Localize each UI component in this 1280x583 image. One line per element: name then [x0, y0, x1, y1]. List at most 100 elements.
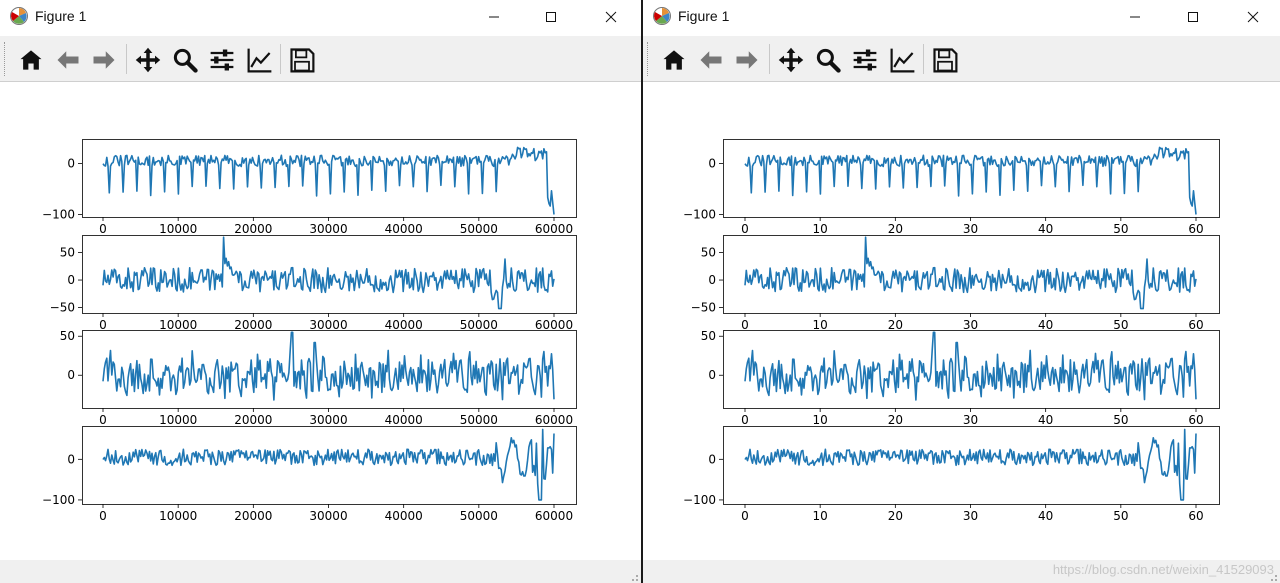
x-tick-label: 0 [99, 413, 107, 427]
signal-line [102, 236, 555, 310]
subplot-1[interactable]: 0 10000 20000 30000 40000 50000 60000 0 −100 [42, 139, 577, 237]
forward-button[interactable] [87, 43, 121, 77]
maximize-button[interactable] [531, 0, 571, 33]
y-tick-label: 50 [60, 329, 75, 343]
back-button[interactable] [694, 43, 728, 77]
toolbar-separator [280, 44, 281, 74]
x-tick-label: 0 [99, 509, 107, 523]
x-tick-label: 40 [1038, 413, 1053, 427]
navigation-toolbar [0, 36, 641, 82]
back-button[interactable] [51, 43, 85, 77]
watermark: https://blog.csdn.net/weixin_41529093 [1052, 562, 1274, 577]
x-tick-label: 20 [888, 509, 903, 523]
figure-plot: 0 10000 20000 30000 40000 50000 600000−1000 100… [42, 139, 577, 524]
x-tick-label: 50000 [460, 222, 498, 236]
x-tick-label: 30000 [309, 413, 347, 427]
subplot-3[interactable]: 0 10 20 30 40 50 60 50 0 [701, 329, 1220, 427]
back-icon [700, 51, 722, 69]
resize-grip[interactable] [628, 570, 638, 581]
home-button[interactable] [14, 43, 48, 77]
close-button[interactable] [1233, 0, 1273, 33]
x-tick-label: 50000 [460, 318, 498, 332]
home-button[interactable] [657, 43, 691, 77]
y-tick-label: 50 [701, 246, 716, 260]
configure-subplots-button[interactable] [205, 43, 239, 77]
x-tick-label: 10 [813, 222, 828, 236]
forward-icon [93, 51, 115, 69]
x-tick-label: 50 [1113, 318, 1128, 332]
axes-frame [723, 426, 1220, 505]
x-tick-label: 0 [99, 222, 107, 236]
toolbar-grip[interactable] [647, 42, 650, 76]
pan-button[interactable] [774, 43, 808, 77]
x-tick-label: 60000 [535, 318, 573, 332]
matplotlib-app-icon [652, 6, 672, 26]
x-tick-label: 60 [1188, 222, 1203, 236]
x-tick-label: 60000 [535, 413, 573, 427]
configure-subplots-icon [853, 49, 877, 71]
subplot-4[interactable]: 0 10000 20000 30000 40000 50000 60000 0 −100 [42, 426, 577, 524]
toolbar-grip[interactable] [4, 42, 7, 76]
save-button[interactable] [928, 43, 962, 77]
y-tick-label: 0 [708, 368, 716, 382]
save-button[interactable] [285, 43, 319, 77]
edit-axis-icon [247, 48, 272, 73]
y-tick-label: −100 [42, 493, 75, 507]
figure-plot: 0 10 20 30 40 50 60 0 −100 0 10 20 30 40 50 60 50 0 −50 0 10… [683, 139, 1220, 524]
configure-subplots-button[interactable] [848, 43, 882, 77]
x-tick-label: 50000 [460, 413, 498, 427]
forward-button[interactable] [730, 43, 764, 77]
subplot-2[interactable]: 0 10 20 30 40 50 60 50 0 −50 [691, 235, 1220, 333]
edit-axis-icon [890, 48, 915, 73]
subplot-3[interactable]: 0 10000 20000 30000 40000 50000 60000 50 0 [60, 329, 577, 427]
zoom-button[interactable] [168, 43, 202, 77]
x-tick-label: 60 [1188, 509, 1203, 523]
figure-canvas[interactable]: 0 10000 20000 30000 40000 50000 60000 0 −100 0 100… [0, 83, 641, 560]
subplot-1[interactable]: 0 10 20 30 40 50 60 0 −100 [683, 139, 1220, 237]
y-tick-label: 0 [67, 368, 75, 382]
figure-canvas[interactable]: 0 10 20 30 40 50 60 0 −100 0 10 20 30 40 50 60 50 0 −50 0 10… [643, 83, 1280, 560]
x-tick-label: 20 [888, 318, 903, 332]
x-tick-label: 40000 [385, 413, 423, 427]
minimize-button[interactable] [474, 0, 514, 33]
x-tick-label: 40000 [385, 222, 423, 236]
x-tick-label: 20000 [234, 222, 272, 236]
zoom-icon [816, 48, 841, 73]
y-tick-label: 0 [708, 156, 716, 170]
x-tick-label: 30000 [309, 222, 347, 236]
x-tick-label: 40 [1038, 222, 1053, 236]
x-tick-label: 60000 [535, 509, 573, 523]
matplotlib-app-icon [9, 6, 29, 26]
subplot-4[interactable]: 0 10 20 30 40 50 60 0 −100 [683, 426, 1220, 524]
x-tick-label: 50 [1113, 413, 1128, 427]
save-icon [290, 48, 315, 73]
minimize-button[interactable] [1115, 0, 1155, 33]
edit-axis-button[interactable] [243, 43, 277, 77]
x-tick-label: 60 [1188, 413, 1203, 427]
title-bar[interactable]: Figure 1 [643, 0, 1280, 33]
x-tick-label: 30000 [309, 509, 347, 523]
axes-frame [723, 235, 1220, 314]
resize-grip[interactable] [1267, 570, 1277, 581]
edit-axis-button[interactable] [886, 43, 920, 77]
y-tick-label: 50 [701, 329, 716, 343]
zoom-button[interactable] [811, 43, 845, 77]
title-bar[interactable]: Figure 1 [0, 0, 641, 33]
window-title: Figure 1 [678, 8, 730, 24]
home-icon [20, 50, 42, 70]
signal-line [102, 146, 555, 215]
maximize-button[interactable] [1173, 0, 1213, 33]
y-tick-label: 50 [60, 246, 75, 260]
back-icon [57, 51, 79, 69]
toolbar-separator [126, 44, 127, 74]
subplot-2[interactable]: 0 10000 20000 30000 40000 50000 60000 50 0 −50 [50, 235, 577, 333]
figure-window-right: Figure 1 0 10 20 30 40 50 60 0 −100 0 10 20 30 40 50 60… [643, 0, 1280, 583]
close-button[interactable] [591, 0, 631, 33]
status-bar [0, 560, 641, 583]
y-tick-label: −100 [42, 207, 75, 221]
pan-button[interactable] [131, 43, 165, 77]
y-tick-label: −100 [683, 207, 716, 221]
y-tick-label: −100 [683, 493, 716, 507]
x-tick-label: 30 [963, 413, 978, 427]
home-icon [663, 50, 685, 70]
